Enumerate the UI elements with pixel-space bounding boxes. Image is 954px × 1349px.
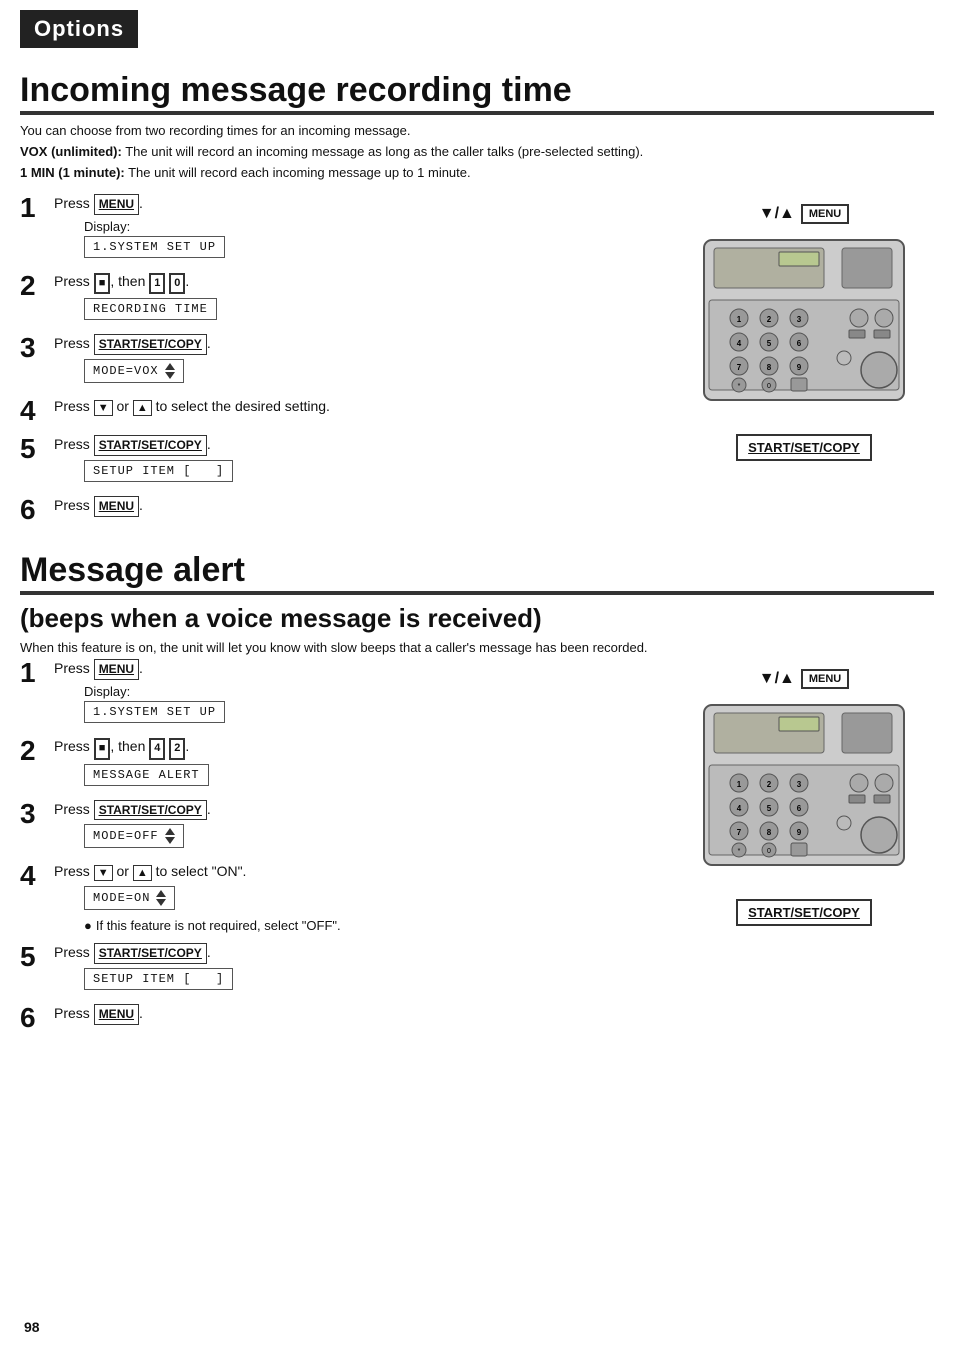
step-6: 6 Press MENU. (20, 496, 664, 524)
section1: Incoming message recording time You can … (20, 72, 934, 534)
menu-btn-diagram-2: MENU (801, 669, 849, 689)
section1-diagram: ▼/▲ MENU 1 2 (674, 194, 934, 534)
svg-text:4: 4 (737, 339, 742, 348)
s2-step-2: 2 Press ■, then 4 2. MESSAGE ALERT (20, 737, 664, 789)
section2-title: Message alert (20, 552, 934, 595)
section2-subtitle: (beeps when a voice message is received) (20, 603, 934, 634)
header-label: Options (34, 16, 124, 41)
svg-text:2: 2 (767, 780, 772, 789)
arrows-label-2: ▼/▲ (759, 670, 795, 688)
s2-mode-box-4: MODE=ON (84, 886, 175, 910)
step-3: 3 Press START/SET/COPY. MODE=VOX (20, 334, 664, 387)
s2-start-set-copy-key-5: START/SET/COPY (94, 943, 207, 964)
hash-key: ■ (94, 273, 111, 294)
s2-menu-key-1: MENU (94, 659, 139, 680)
section1-title: Incoming message recording time (20, 72, 934, 115)
section2-steps-diagram: 1 Press MENU. Display: 1.SYSTEM SET UP 2… (20, 659, 934, 1041)
s2-triangle-down-icon-4 (156, 899, 166, 906)
svg-text:0: 0 (767, 848, 771, 855)
arrows-label-1: ▼/▲ (759, 205, 795, 223)
svg-text:7: 7 (737, 828, 742, 837)
section1-intro: You can choose from two recording times … (20, 123, 934, 138)
svg-text:*: * (738, 848, 741, 855)
s2-step-6: 6 Press MENU. (20, 1004, 664, 1032)
svg-text:0: 0 (767, 383, 771, 390)
triangle-up-icon (165, 363, 175, 370)
s2-menu-key-6: MENU (94, 1004, 139, 1025)
svg-text:*: * (738, 383, 741, 390)
page: Options Incoming message recording time … (0, 0, 954, 1349)
start-set-copy-label-1: START/SET/COPY (748, 440, 860, 455)
svg-text:5: 5 (767, 804, 772, 813)
s2-display-box-5: SETUP ITEM [ ] (84, 968, 233, 990)
svg-text:4: 4 (737, 804, 742, 813)
s2-mode-box-3: MODE=OFF (84, 824, 184, 848)
start-set-copy-key-5: START/SET/COPY (94, 435, 207, 456)
step-4: 4 Press ▼ or ▲ to select the desired set… (20, 397, 664, 425)
start-set-copy-diagram-1: START/SET/COPY (736, 434, 872, 461)
svg-text:8: 8 (767, 828, 772, 837)
svg-text:7: 7 (737, 363, 742, 372)
s2-step-5: 5 Press START/SET/COPY. SETUP ITEM [ ] (20, 943, 664, 994)
svg-text:9: 9 (797, 363, 802, 372)
section2-steps-col: 1 Press MENU. Display: 1.SYSTEM SET UP 2… (20, 659, 664, 1041)
step-1: 1 Press MENU. Display: 1.SYSTEM SET UP (20, 194, 664, 262)
step-5: 5 Press START/SET/COPY. SETUP ITEM [ ] (20, 435, 664, 486)
display-box-5: SETUP ITEM [ ] (84, 460, 233, 482)
s2-display-box-1: 1.SYSTEM SET UP (84, 701, 225, 723)
s2-triangle-down-icon-3 (165, 837, 175, 844)
s2-start-set-copy-key-3: START/SET/COPY (94, 800, 207, 821)
svg-text:5: 5 (767, 339, 772, 348)
s2-step-1: 1 Press MENU. Display: 1.SYSTEM SET UP (20, 659, 664, 727)
start-set-copy-label-2: START/SET/COPY (748, 905, 860, 920)
svg-text:3: 3 (797, 780, 802, 789)
section2-diagram: ▼/▲ MENU 1 2 3 4 5 6 7 8 (674, 659, 934, 1041)
mode-box-3: MODE=VOX (84, 359, 184, 383)
page-header: Options (20, 10, 138, 48)
start-set-copy-key-3: START/SET/COPY (94, 334, 207, 355)
device-diagram-1: 1 2 3 4 5 6 7 8 9 * 0 (694, 230, 914, 430)
svg-text:6: 6 (797, 804, 802, 813)
section1-bold-intro: VOX (unlimited): The unit will record an… (20, 142, 934, 184)
svg-text:2: 2 (767, 315, 772, 324)
svg-text:8: 8 (767, 363, 772, 372)
svg-text:3: 3 (797, 315, 802, 324)
svg-text:9: 9 (797, 828, 802, 837)
display-box-1: 1.SYSTEM SET UP (84, 236, 225, 258)
section1-steps-diagram: 1 Press MENU. Display: 1.SYSTEM SET UP 2… (20, 194, 934, 534)
s2-step-4-note: ● If this feature is not required, selec… (84, 918, 664, 933)
svg-text:1: 1 (737, 780, 742, 789)
section2-intro: When this feature is on, the unit will l… (20, 640, 934, 655)
step-2: 2 Press ■, then 1 0. RECORDING TIME (20, 272, 664, 324)
section2: Message alert (beeps when a voice messag… (20, 552, 934, 1042)
display-box-2: RECORDING TIME (84, 298, 217, 320)
s2-step-4: 4 Press ▼ or ▲ to select "ON". MODE=ON ● (20, 862, 664, 933)
s2-triangle-up-icon-4 (156, 890, 166, 897)
section1-steps-col: 1 Press MENU. Display: 1.SYSTEM SET UP 2… (20, 194, 664, 534)
svg-text:6: 6 (797, 339, 802, 348)
triangle-down-icon (165, 372, 175, 379)
s2-hash-key: ■ (94, 738, 111, 759)
page-number: 98 (24, 1319, 40, 1335)
menu-btn-diagram-1: MENU (801, 204, 849, 224)
svg-text:1: 1 (737, 315, 742, 324)
s2-display-box-2: MESSAGE ALERT (84, 764, 209, 786)
menu-key: MENU (94, 194, 139, 215)
s2-step-3: 3 Press START/SET/COPY. MODE=OFF (20, 800, 664, 853)
s2-triangle-up-icon-3 (165, 828, 175, 835)
menu-key-6: MENU (94, 496, 139, 517)
device-diagram-2: 1 2 3 4 5 6 7 8 9 * 0 (694, 695, 914, 895)
start-set-copy-diagram-2: START/SET/COPY (736, 899, 872, 926)
